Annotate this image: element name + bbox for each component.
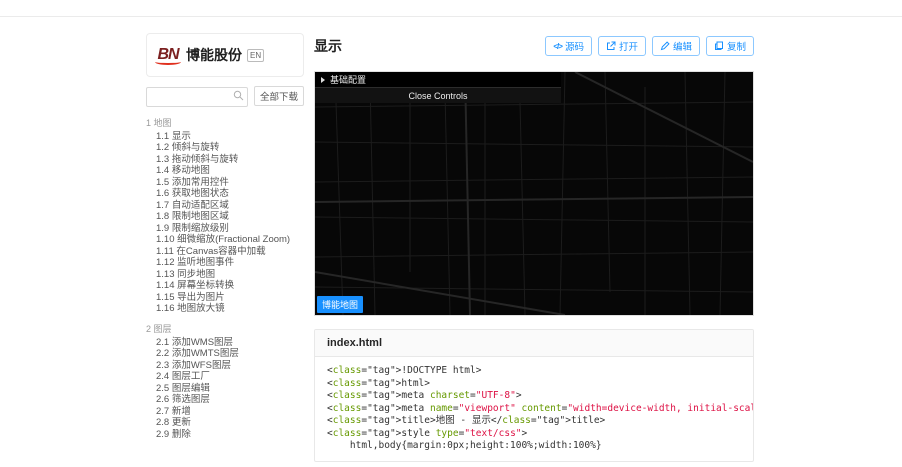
sidebar-item[interactable]: 1.4 移动地图 — [146, 165, 304, 177]
code-filename: index.html — [315, 330, 753, 357]
nav-section-title: 1 地图 — [146, 117, 304, 129]
edit-icon — [660, 41, 670, 51]
code-panel: index.html <class="tag">!DOCTYPE html><c… — [314, 329, 754, 462]
sidebar-item[interactable]: 2.2 添加WMTS图层 — [146, 348, 304, 360]
copy-icon — [714, 41, 724, 51]
copy-button[interactable]: 复制 — [706, 36, 754, 56]
sidebar-item[interactable]: 1.10 细微缩放(Fractional Zoom) — [146, 234, 304, 246]
sidebar-item[interactable]: 2.4 图层工厂 — [146, 371, 304, 383]
logo-bn-mark: BN — [155, 46, 181, 65]
open-label: 打开 — [619, 39, 638, 53]
gui-close-controls-button[interactable]: Close Controls — [315, 88, 561, 103]
map-preview[interactable]: 基础配置 Close Controls 博能地图 — [314, 71, 754, 316]
sidebar-item[interactable]: 2.6 筛选图层 — [146, 394, 304, 406]
main-header: 显示 </> 源码 打开 — [314, 33, 754, 59]
edit-label: 编辑 — [673, 39, 692, 53]
sidebar-item[interactable]: 2.8 更新 — [146, 417, 304, 429]
download-all-button[interactable]: 全部下载 — [254, 86, 304, 106]
sidebar-item[interactable]: 1.7 自动适配区域 — [146, 200, 304, 212]
sidebar-item[interactable]: 2.5 图层编辑 — [146, 383, 304, 395]
nav-section-title: 2 图层 — [146, 323, 304, 335]
page: BN 博能股份 EN 全部下载 1 地图 1.1 显示1.2 倾斜与旋转1.3 拖… — [0, 0, 902, 462]
sidebar-item[interactable]: 1.2 倾斜与旋转 — [146, 142, 304, 154]
logo[interactable]: BN 博能股份 EN — [146, 33, 304, 77]
external-link-icon — [606, 41, 616, 51]
gui-folder-basic-config[interactable]: 基础配置 — [315, 72, 561, 88]
sidebar-item[interactable]: 1.12 监听地图事件 — [146, 257, 304, 269]
page-title: 显示 — [314, 36, 342, 56]
sidebar-item[interactable]: 1.1 显示 — [146, 131, 304, 143]
search-icon[interactable] — [233, 90, 244, 101]
language-toggle-badge[interactable]: EN — [247, 49, 264, 62]
open-button[interactable]: 打开 — [598, 36, 646, 56]
sidebar-nav: 1 地图1.1 显示1.2 倾斜与旋转1.3 拖动倾斜与旋转1.4 移动地图1.… — [146, 117, 304, 441]
sidebar-item[interactable]: 1.8 限制地图区域 — [146, 211, 304, 223]
copy-label: 复制 — [727, 39, 746, 53]
sidebar-item[interactable]: 1.6 获取地图状态 — [146, 188, 304, 200]
source-code-button[interactable]: </> 源码 — [545, 36, 592, 56]
sidebar-item[interactable]: 1.16 地图放大镜 — [146, 303, 304, 315]
sidebar-item[interactable]: 1.15 导出为图片 — [146, 292, 304, 304]
sidebar-item[interactable]: 2.9 删除 — [146, 429, 304, 441]
sidebar-item[interactable]: 2.1 添加WMS图层 — [146, 337, 304, 349]
sidebar-item[interactable]: 1.5 添加常用控件 — [146, 177, 304, 189]
code-icon: </> — [553, 42, 562, 51]
caret-right-icon — [321, 77, 325, 83]
sidebar-item[interactable]: 2.3 添加WFS图层 — [146, 360, 304, 372]
sidebar-item[interactable]: 1.11 在Canvas容器中加载 — [146, 246, 304, 258]
main-content: 显示 </> 源码 打开 — [314, 33, 754, 462]
map-streets-graphic — [315, 72, 753, 315]
sidebar: BN 博能股份 EN 全部下载 1 地图 1.1 显示1.2 倾斜与旋转1.3 拖… — [146, 33, 304, 462]
sidebar-item[interactable]: 1.14 屏幕坐标转换 — [146, 280, 304, 292]
logo-brand-text: 博能股份 — [186, 45, 242, 65]
sidebar-item[interactable]: 1.13 同步地图 — [146, 269, 304, 281]
sidebar-item[interactable]: 2.7 新增 — [146, 406, 304, 418]
sidebar-item[interactable]: 1.3 拖动倾斜与旋转 — [146, 154, 304, 166]
source-code-label: 源码 — [565, 39, 584, 53]
edit-button[interactable]: 编辑 — [652, 36, 700, 56]
code-block: <class="tag">!DOCTYPE html><class="tag">… — [315, 357, 753, 461]
sidebar-item[interactable]: 1.9 限制缩放级别 — [146, 223, 304, 235]
gui-folder-label: 基础配置 — [330, 73, 366, 86]
top-divider — [0, 0, 902, 17]
search-box — [146, 86, 248, 107]
search-row: 全部下载 — [146, 86, 304, 107]
dat-gui-panel: 基础配置 Close Controls — [315, 72, 561, 103]
logo-swoosh-icon — [155, 59, 181, 65]
toolbar: </> 源码 打开 — [545, 36, 754, 56]
map-attribution-badge: 博能地图 — [317, 296, 363, 313]
